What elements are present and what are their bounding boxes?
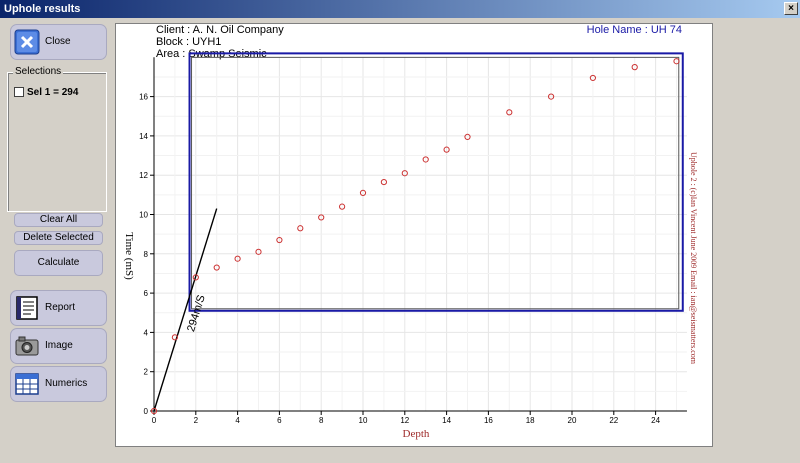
report-button-label: Report xyxy=(45,302,76,313)
window-title: Uphole results xyxy=(4,3,81,15)
selection-item-label: Sel 1 = 294 xyxy=(27,87,79,98)
x-tick-label: 10 xyxy=(359,416,368,425)
uphole-chart: Client : A. N. Oil Company Block : UYH1 … xyxy=(123,24,698,440)
delete-selected-button[interactable]: Delete Selected xyxy=(14,231,103,245)
selections-group: Selections Sel 1 = 294 xyxy=(7,66,107,212)
report-icon xyxy=(16,296,38,320)
report-button[interactable]: Report xyxy=(10,290,107,326)
y-tick-label: 6 xyxy=(144,289,149,298)
window-close-button[interactable]: × xyxy=(784,2,798,15)
chart-panel: Client : A. N. Oil Company Block : UYH1 … xyxy=(115,23,713,447)
plot-border xyxy=(191,56,680,310)
chart-grid xyxy=(153,57,687,412)
status-strip xyxy=(0,453,800,463)
selection-box[interactable] xyxy=(188,52,684,312)
left-panel: Close Selections Sel 1 = 294 Clear All D… xyxy=(0,18,112,463)
clear-all-button[interactable]: Clear All xyxy=(14,213,103,227)
x-tick-label: 22 xyxy=(609,416,618,425)
x-tick-label: 4 xyxy=(235,416,240,425)
selection-item[interactable]: Sel 1 = 294 xyxy=(14,87,78,98)
x-tick-label: 8 xyxy=(319,416,324,425)
close-button-label: Close xyxy=(45,36,71,47)
hole-name-text: Hole Name : UH 74 xyxy=(587,24,682,36)
calculate-button[interactable]: Calculate xyxy=(14,250,103,276)
numerics-button-label: Numerics xyxy=(45,378,88,389)
y-axis-label: Time (mS) xyxy=(123,232,135,280)
x-tick-label: 0 xyxy=(152,416,157,425)
x-tick-label: 18 xyxy=(526,416,535,425)
close-button[interactable]: Close xyxy=(10,24,107,60)
close-icon xyxy=(14,29,40,55)
data-points xyxy=(150,58,680,415)
x-tick-label: 16 xyxy=(484,416,493,425)
y-tick-label: 2 xyxy=(144,368,149,377)
y-tick-label: 14 xyxy=(139,132,148,141)
y-tick-label: 16 xyxy=(139,93,148,102)
x-tick-label: 2 xyxy=(194,416,199,425)
x-tick-label: 6 xyxy=(277,416,282,425)
x-tick-label: 20 xyxy=(568,416,577,425)
camera-icon xyxy=(15,336,39,356)
image-button[interactable]: Image xyxy=(10,328,107,364)
y-tick-label: 0 xyxy=(144,407,149,416)
y-tick-label: 10 xyxy=(139,211,148,220)
x-tick-label: 14 xyxy=(442,416,451,425)
y-tick-label: 12 xyxy=(139,171,148,180)
selection-checkbox[interactable] xyxy=(14,87,24,98)
chart-ticks: 0 2 4 6 8 10 12 14 16 18 20 22 240246810121416 xyxy=(139,93,661,425)
image-button-label: Image xyxy=(45,340,73,351)
title-bar: Uphole results × xyxy=(0,0,800,18)
numerics-button[interactable]: Numerics xyxy=(10,366,107,402)
client-text: Client : A. N. Oil Company xyxy=(156,24,284,36)
numerics-table-icon xyxy=(15,373,39,395)
y-tick-label: 4 xyxy=(144,328,149,337)
x-tick-label: 12 xyxy=(400,416,409,425)
x-tick-label: 24 xyxy=(651,416,660,425)
y-tick-label: 8 xyxy=(144,250,149,259)
selections-legend: Selections xyxy=(13,66,64,77)
copyright-side-text: Uphole 2 : (c)Ian Vincent June 2009 Emai… xyxy=(689,152,698,365)
block-text: Block : UYH1 xyxy=(156,36,221,48)
x-axis-label: Depth xyxy=(403,428,430,440)
